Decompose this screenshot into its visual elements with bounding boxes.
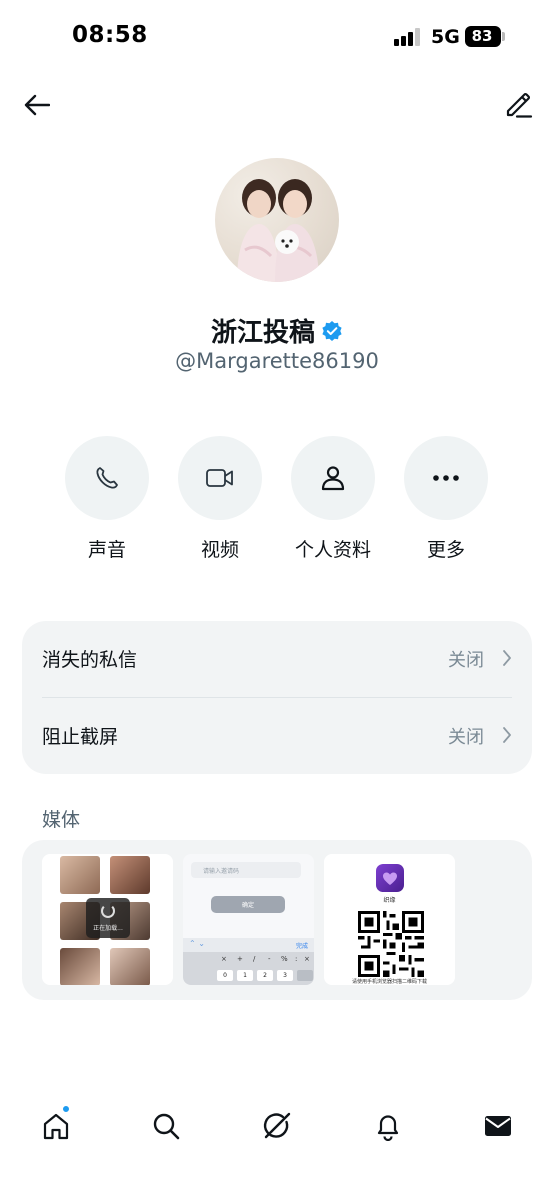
- confirm-button: 确定: [211, 896, 285, 913]
- more-dots-icon: [433, 475, 459, 481]
- more-button[interactable]: 更多: [396, 436, 496, 562]
- loading-spinner-icon: [101, 904, 115, 918]
- app-name: 织缘: [383, 897, 396, 904]
- confirm-label: 确定: [241, 902, 254, 909]
- keyboard: × + / - % : × 0 1 2 3: [183, 952, 314, 985]
- phone-icon: [96, 467, 118, 489]
- nav-home[interactable]: [36, 1106, 76, 1146]
- battery-cap: [502, 32, 505, 41]
- video-icon: [206, 469, 233, 487]
- keyboard-backspace-key: [297, 970, 313, 981]
- back-button[interactable]: [20, 88, 54, 122]
- block-screenshot-row[interactable]: 阻止截屏 关闭: [22, 698, 532, 774]
- profile-circle[interactable]: [291, 436, 375, 520]
- profile-avatar[interactable]: [215, 158, 339, 282]
- chevron-right-icon: [503, 727, 511, 743]
- keyboard-arrows-icon: ⌃ ⌄: [189, 939, 205, 948]
- home-icon: [43, 1113, 69, 1140]
- photo-cell: [110, 948, 150, 985]
- input-placeholder: 请输入邀请码: [203, 868, 240, 875]
- bell-icon: [377, 1115, 399, 1141]
- media-thumbnail[interactable]: 请输入邀请码 确定 ⌃ ⌄ 完成 × + / - % : × 0 1 2 3: [183, 854, 314, 985]
- profile-actions: 声音 视频 个人资料 更多: [0, 436, 554, 566]
- arrow-left-icon: [24, 94, 50, 116]
- disappearing-messages-row[interactable]: 消失的私信 关闭: [22, 621, 532, 697]
- setting-title: 消失的私信: [42, 649, 138, 671]
- action-label: 视频: [200, 539, 239, 561]
- app-icon: [376, 864, 404, 892]
- photo-cell: [110, 856, 150, 894]
- keyboard-symbol: :: [295, 955, 298, 963]
- keyboard-symbol: ×: [304, 955, 310, 963]
- keyboard-key: 2: [257, 970, 273, 981]
- more-circle[interactable]: [404, 436, 488, 520]
- conversation-settings: 消失的私信 关闭 阻止截屏 关闭: [22, 621, 532, 774]
- profile-name-row: 浙江投稿: [0, 312, 554, 349]
- keyboard-symbol: +: [237, 955, 243, 963]
- qr-caption: 请使用手机浏览器扫描二维码下载: [351, 979, 427, 985]
- battery-icon: 83: [465, 26, 501, 47]
- notification-dot: [62, 1105, 70, 1113]
- verified-badge-icon: [322, 320, 342, 341]
- invite-code-input: 请输入邀请码: [191, 862, 301, 878]
- keyboard-key: 0: [217, 970, 233, 981]
- status-bar: 08:58 5G 83: [0, 0, 554, 76]
- nav-notifications[interactable]: [368, 1106, 408, 1146]
- signal-icon: [394, 28, 422, 46]
- chevron-right-icon: [503, 650, 511, 666]
- voice-call-button[interactable]: 声音: [57, 436, 157, 562]
- keyboard-symbol: -: [268, 955, 271, 963]
- edit-button[interactable]: [500, 86, 536, 122]
- profile-handle: @Margarette86190: [175, 349, 379, 373]
- media-section-title: 媒体: [42, 809, 81, 831]
- keyboard-toolbar: ⌃ ⌄ 完成: [183, 938, 314, 952]
- photo-cell: [60, 948, 100, 985]
- profile-name: 浙江投稿: [210, 318, 315, 348]
- video-call-button[interactable]: 视频: [170, 436, 270, 562]
- photo-cell: [60, 856, 100, 894]
- keyboard-key: 3: [277, 970, 293, 981]
- media-thumbnail[interactable]: 正在加载...: [42, 854, 173, 985]
- status-time: 08:58: [72, 22, 148, 48]
- search-icon: [153, 1113, 180, 1140]
- keyboard-done: 完成: [295, 943, 308, 950]
- nav-search[interactable]: [146, 1106, 186, 1146]
- profile-button[interactable]: 个人资料: [283, 436, 383, 562]
- avatar-photo: [237, 179, 319, 282]
- grok-icon: [263, 1112, 291, 1139]
- network-type: 5G: [431, 26, 460, 48]
- loading-text: 正在加载...: [93, 925, 123, 932]
- nav-grok[interactable]: [257, 1106, 297, 1146]
- nav-messages[interactable]: [478, 1106, 518, 1146]
- qr-code: [358, 911, 424, 977]
- voice-call-circle[interactable]: [65, 436, 149, 520]
- action-label: 更多: [426, 539, 465, 561]
- video-call-circle[interactable]: [178, 436, 262, 520]
- heart-icon: [383, 872, 397, 885]
- media-gallery: 正在加载... 请输入邀请码 确定 ⌃ ⌄ 完成 × + / - % : × 0…: [22, 840, 532, 1000]
- keyboard-symbol: ×: [221, 955, 227, 963]
- setting-value: 关闭: [448, 727, 484, 748]
- loading-overlay: 正在加载...: [86, 898, 130, 938]
- person-icon: [321, 466, 345, 491]
- action-label: 声音: [87, 539, 126, 561]
- setting-title: 阻止截屏: [42, 726, 119, 748]
- bottom-nav: [0, 1090, 554, 1160]
- action-label: 个人资料: [294, 539, 371, 561]
- keyboard-symbol: %: [281, 955, 288, 963]
- keyboard-key: 1: [237, 970, 253, 981]
- setting-value: 关闭: [448, 650, 484, 671]
- edit-pencil-icon: [506, 93, 533, 118]
- mail-icon: [485, 1116, 511, 1136]
- keyboard-symbol: /: [253, 955, 256, 963]
- media-thumbnail[interactable]: 织缘 请使用手机浏览器扫描二维码下载: [324, 854, 455, 985]
- battery-level: 83: [471, 27, 493, 45]
